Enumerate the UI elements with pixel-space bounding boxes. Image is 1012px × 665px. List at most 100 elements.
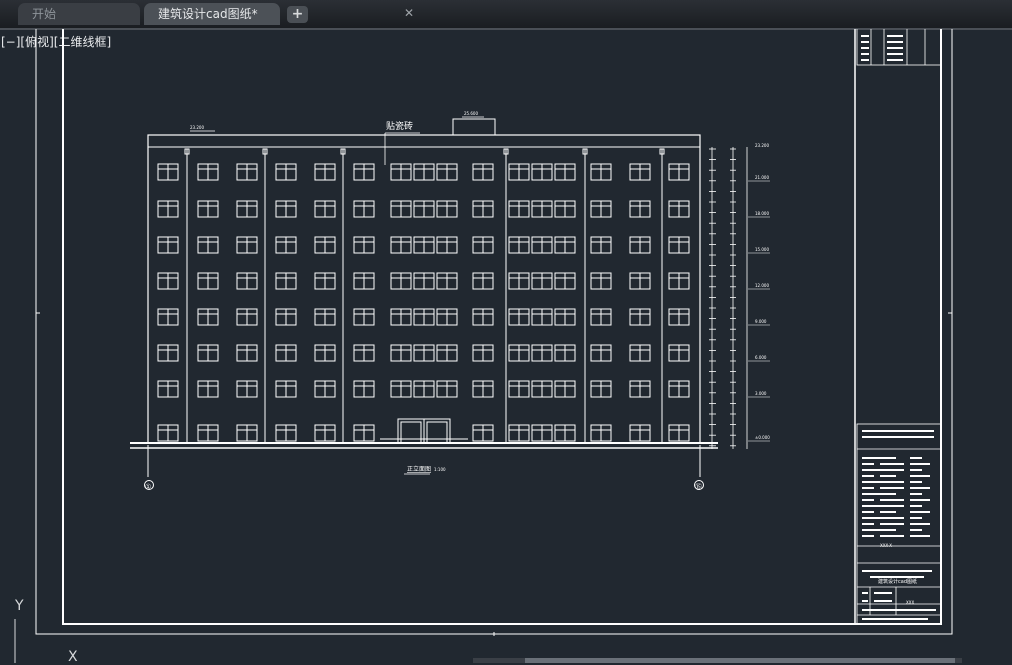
revision-cell (887, 59, 903, 61)
level-value: 3.000 (755, 391, 767, 396)
title-cell (880, 481, 904, 483)
drawing-name: 建筑设计cad图纸 (878, 578, 917, 585)
title-cell (862, 523, 874, 525)
title-cell (862, 487, 874, 489)
revision-cell (861, 47, 869, 49)
title-bar (862, 570, 932, 572)
axis-label-right: ⑮ (695, 483, 702, 491)
title-cell (910, 523, 930, 525)
title-cell (862, 493, 880, 495)
title-bar (862, 618, 928, 620)
title-cell (874, 592, 892, 594)
title-cell (862, 505, 880, 507)
title-cell (910, 511, 930, 513)
dimension-chain (709, 147, 748, 449)
revision-cell (887, 53, 903, 55)
level-value: ±0.000 (755, 435, 770, 440)
title-bar (870, 576, 924, 578)
title-cell (910, 457, 922, 459)
tower-level-label: 25.600 (464, 111, 478, 116)
title-cell (862, 463, 874, 465)
horizontal-scrollbar[interactable] (473, 658, 962, 663)
close-icon[interactable]: ✕ (402, 6, 416, 20)
title-cell (910, 499, 930, 501)
windows (157, 163, 690, 442)
title-cell (910, 469, 922, 471)
title-bar (862, 430, 934, 432)
title-cell (910, 481, 922, 483)
tab-start-label: 开始 (32, 7, 57, 21)
sheet-inner-border (62, 29, 942, 625)
title-cell (910, 505, 922, 507)
title-cell (862, 475, 874, 477)
title-cell (862, 499, 874, 501)
revision-cell (887, 41, 903, 43)
axis-label-left: ① (145, 483, 151, 491)
title-bar (862, 609, 936, 611)
title-cell (880, 475, 896, 477)
scrollbar-thumb[interactable] (525, 658, 955, 663)
tab-bar: 开始 建筑设计cad图纸* ✕ + (0, 0, 1012, 30)
title-cell (874, 600, 892, 602)
roof-tower (452, 118, 496, 136)
title-cell (880, 457, 896, 459)
plus-icon: + (291, 6, 304, 22)
title-cell (862, 600, 868, 602)
drawing-scale: 1:100 (434, 467, 446, 472)
tab-drawing-label: 建筑设计cad图纸* (158, 7, 258, 21)
title-cell (862, 481, 880, 483)
level-value: 23.200 (755, 143, 769, 148)
title-cell (880, 493, 896, 495)
level-marks: 21.000 18.000 15.000 12.000 9.000 6.000 3.000 ±… (748, 143, 770, 442)
tab-drawing[interactable]: 建筑设计cad图纸* ✕ (144, 3, 414, 25)
title-cell (910, 535, 930, 537)
title-block-rows (861, 35, 936, 620)
level-value: 18.000 (755, 211, 769, 216)
roof-level-label: 23.200 (190, 125, 204, 130)
title-bar (862, 436, 934, 438)
drawing-canvas[interactable]: 贴瓷砖 23.200 25.600 21.000 18.000 15.000 12.0… (0, 29, 1012, 663)
company-name: XXX (906, 600, 914, 605)
revision-cell (887, 35, 903, 37)
revision-cell (861, 35, 869, 37)
title-cell (862, 535, 874, 537)
title-cell (910, 487, 930, 489)
level-value: 12.000 (755, 283, 769, 288)
title-cell (910, 463, 930, 465)
level-value: 9.000 (755, 319, 767, 324)
sheet-outer-border (35, 29, 953, 635)
title-cell (880, 523, 904, 525)
title-cell (880, 511, 896, 513)
title-cell (910, 529, 922, 531)
title-cell (862, 592, 868, 594)
title-cell (862, 517, 880, 519)
title-cell (880, 535, 904, 537)
pilasters (184, 148, 665, 443)
ucs-y-axis: Y (15, 598, 24, 614)
title-cell (862, 529, 880, 531)
drawing-caption: 正立面图 (407, 465, 431, 473)
title-cell (880, 463, 904, 465)
title-cell (862, 511, 874, 513)
title-cell (880, 517, 904, 519)
revision-cell (861, 59, 869, 61)
drawing-number: XXX-X (880, 543, 892, 548)
entrance-door (380, 418, 468, 444)
title-cell (880, 529, 896, 531)
title-cell (880, 505, 904, 507)
title-cell (910, 475, 930, 477)
title-cell (910, 493, 922, 495)
facade-material-label: 贴瓷砖 (386, 120, 413, 132)
level-value: 21.000 (755, 175, 769, 180)
title-cell (880, 499, 904, 501)
level-value: 15.000 (755, 247, 769, 252)
level-value: 6.000 (755, 355, 767, 360)
title-cell (880, 487, 904, 489)
title-cell (862, 457, 880, 459)
revision-cell (861, 53, 869, 55)
tab-start[interactable]: 开始 (18, 3, 140, 25)
revision-cell (861, 41, 869, 43)
title-cell (862, 469, 880, 471)
new-tab-button[interactable]: + (287, 6, 308, 23)
title-cell (910, 517, 922, 519)
